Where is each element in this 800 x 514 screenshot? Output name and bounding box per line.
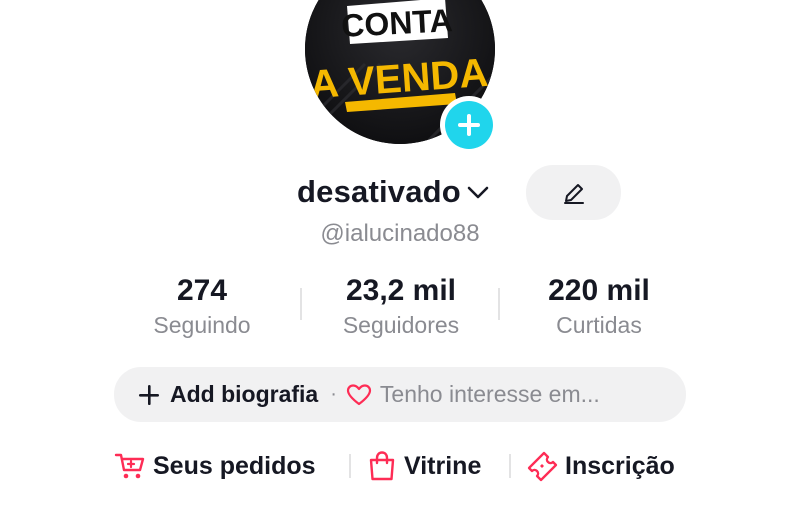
stat-likes[interactable]: 220 mil Curtidas: [520, 272, 678, 340]
stat-following[interactable]: 274 Seguindo: [132, 272, 272, 340]
orders-label: Seus pedidos: [153, 451, 316, 480]
cart-icon: [114, 453, 145, 479]
showcase-button[interactable]: Vitrine: [367, 443, 481, 489]
stat-divider: [300, 288, 302, 320]
ticket-icon: [527, 451, 558, 482]
avatar-text-top: CONTA: [340, 2, 453, 44]
stat-divider: [498, 288, 500, 320]
bio-separator: ·: [330, 383, 337, 405]
stat-following-label: Seguindo: [153, 312, 251, 338]
stat-likes-label: Curtidas: [556, 312, 642, 338]
plus-icon: [458, 114, 480, 136]
orders-button[interactable]: Seus pedidos: [114, 443, 316, 489]
interests-button[interactable]: Tenho interesse em...: [380, 381, 600, 408]
username: @ialucinado88: [320, 220, 480, 247]
shop-divider: [349, 454, 351, 478]
bio-bar[interactable]: Add biografia · Tenho interesse em...: [114, 367, 686, 422]
shop-row: Seus pedidos Vitrine Inscrição: [0, 443, 800, 489]
stat-followers[interactable]: 23,2 mil Seguidores: [320, 272, 482, 340]
stat-followers-label: Seguidores: [342, 312, 460, 338]
edit-profile-button[interactable]: [526, 165, 621, 220]
stat-likes-value: 220 mil: [548, 274, 650, 307]
add-bio-button[interactable]: Add biografia: [170, 381, 318, 408]
stat-following-value: 274: [176, 274, 228, 307]
pencil-icon: [563, 183, 584, 204]
shop-divider: [509, 454, 511, 478]
avatar-add-button[interactable]: [440, 96, 498, 154]
showcase-label: Vitrine: [404, 451, 482, 480]
shopping-bag-icon: [369, 451, 395, 481]
display-name: desativado: [297, 174, 461, 209]
subscription-label: Inscrição: [565, 451, 675, 480]
plus-icon: [139, 384, 159, 405]
display-name-switcher[interactable]: desativado: [297, 170, 489, 214]
chevron-down-icon: [467, 186, 489, 199]
stat-followers-value: 23,2 mil: [345, 274, 457, 307]
subscription-button[interactable]: Inscrição: [526, 443, 675, 489]
heart-icon: [346, 383, 372, 405]
